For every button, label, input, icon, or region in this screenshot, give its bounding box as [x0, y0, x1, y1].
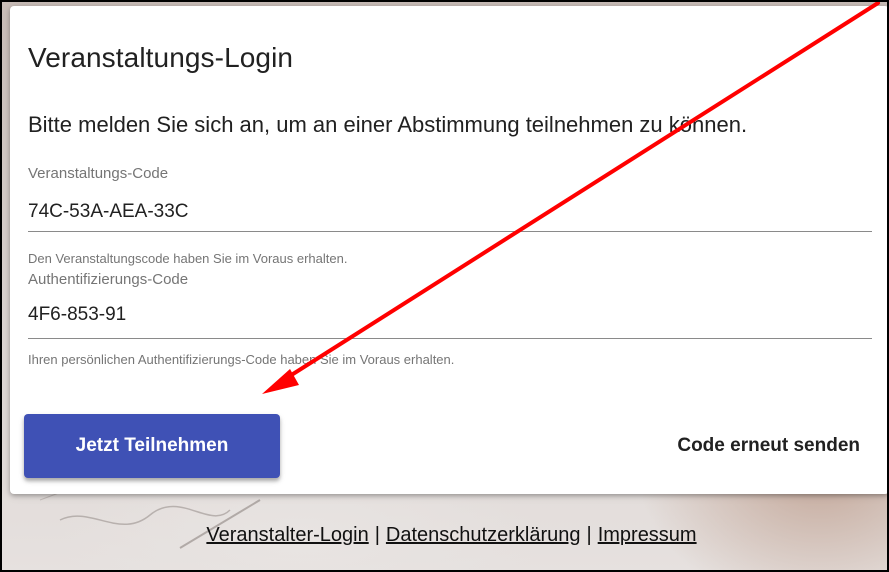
resend-code-button[interactable]: Code erneut senden: [590, 414, 860, 478]
event-code-input[interactable]: [28, 200, 860, 224]
page-title: Veranstaltungs-Login: [28, 42, 294, 73]
login-instructions: Bitte melden Sie sich an, um an einer Ab…: [28, 112, 748, 137]
event-code-underline: [28, 231, 872, 232]
privacy-policy-link[interactable]: Datenschutzerklärung: [386, 524, 581, 546]
imprint-link[interactable]: Impressum: [598, 524, 697, 546]
auth-code-helper: Ihren persönlichen Authentifizierungs-Co…: [28, 352, 455, 367]
auth-code-underline: [28, 338, 872, 339]
join-button[interactable]: Jetzt Teilnehmen: [24, 414, 280, 478]
event-code-helper: Den Veranstaltungscode haben Sie im Vora…: [28, 251, 348, 266]
footer-separator: |: [374, 524, 380, 546]
event-code-label: Veranstaltungs-Code: [28, 165, 169, 182]
organizer-login-link[interactable]: Veranstalter-Login: [206, 524, 368, 546]
auth-code-input[interactable]: [28, 303, 860, 327]
footer-links: Veranstalter-Login | Datenschutzerklärung |…: [0, 524, 889, 547]
footer-separator: |: [586, 524, 592, 546]
auth-code-label: Authentifizierungs-Code: [28, 271, 189, 288]
